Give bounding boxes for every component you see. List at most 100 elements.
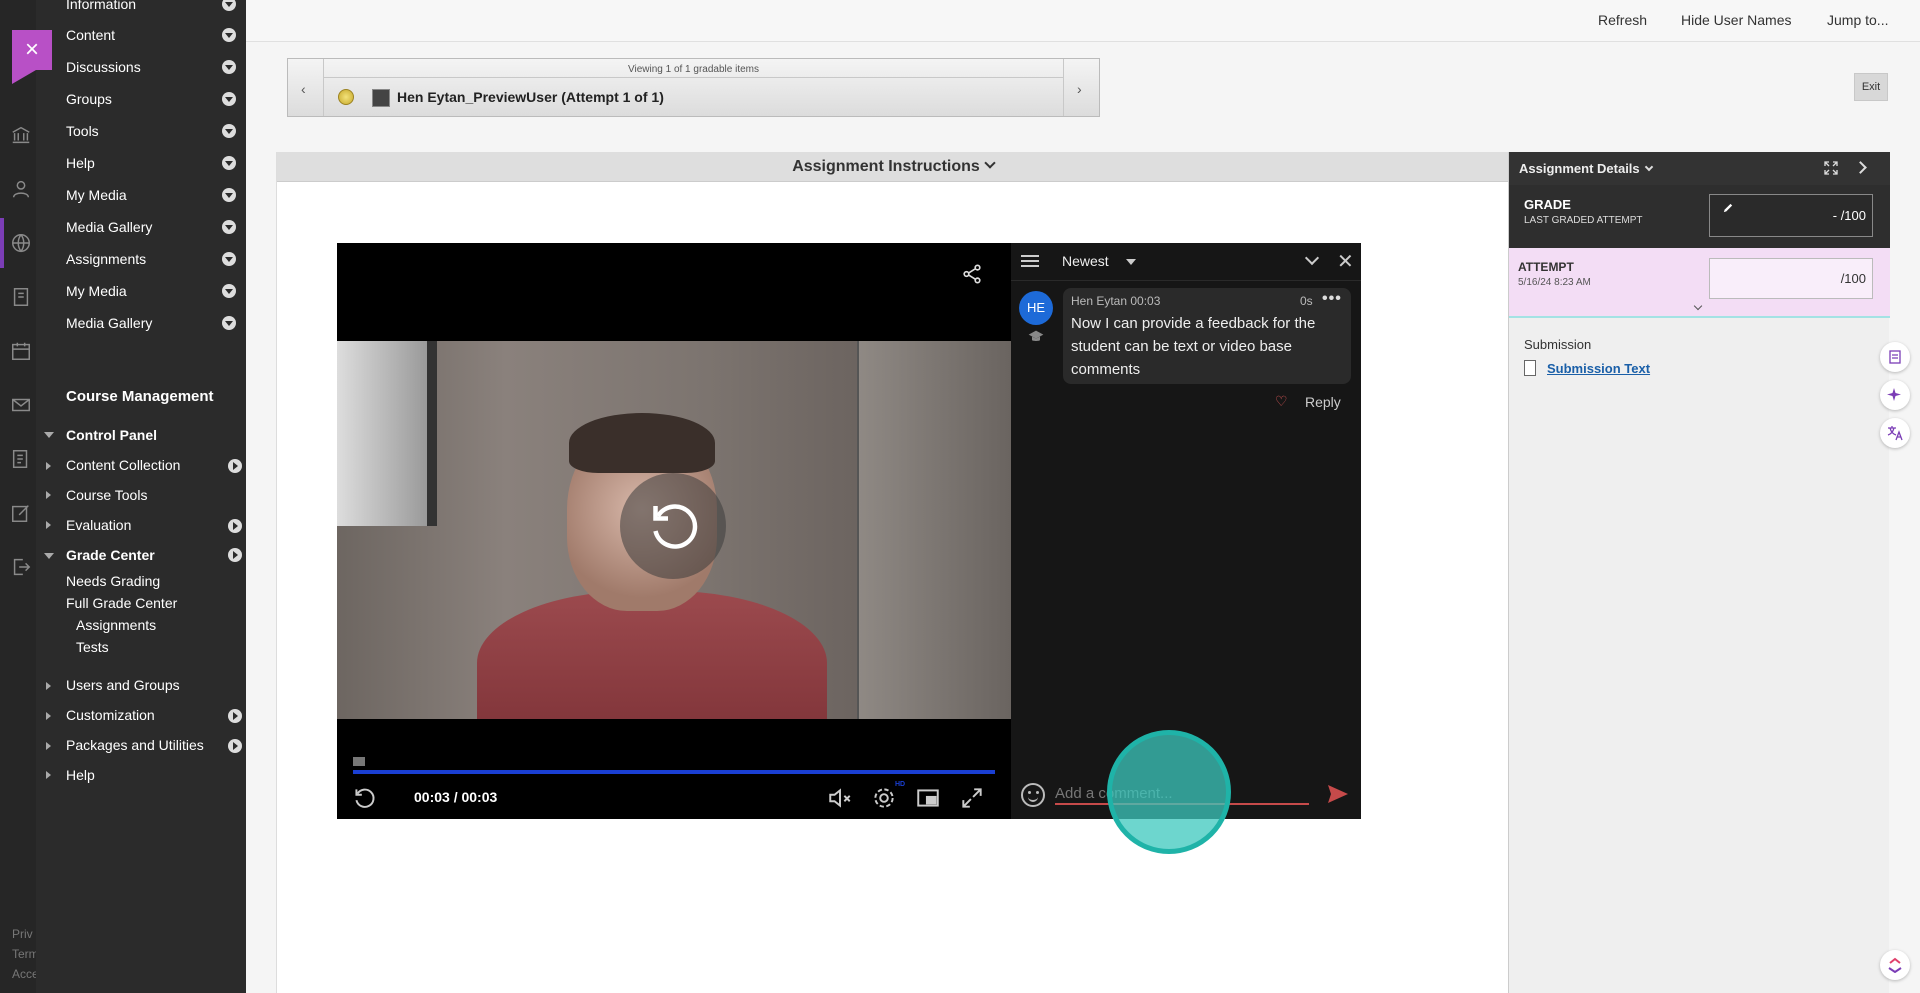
send-icon[interactable] bbox=[1326, 783, 1350, 805]
content-collection-link[interactable]: Content Collection bbox=[66, 457, 180, 473]
assignment-instructions-toggle[interactable]: Assignment Instructions bbox=[277, 152, 1509, 182]
chevron-down-icon[interactable] bbox=[222, 60, 236, 74]
chevron-down-icon[interactable] bbox=[222, 92, 236, 106]
progress-thumbnail[interactable] bbox=[353, 757, 365, 766]
dropdown-caret-icon[interactable] bbox=[1126, 259, 1136, 265]
messages-icon[interactable] bbox=[10, 394, 32, 416]
privacy-link[interactable]: Priv bbox=[12, 924, 39, 944]
full-grade-center-link[interactable]: Full Grade Center bbox=[66, 595, 177, 611]
expand-right-icon[interactable] bbox=[46, 462, 51, 470]
sort-dropdown[interactable]: Newest bbox=[1062, 253, 1109, 269]
arrow-right-icon[interactable] bbox=[228, 548, 242, 562]
grades-icon[interactable] bbox=[10, 448, 32, 470]
expand-right-icon[interactable] bbox=[46, 521, 51, 529]
menu-item-tools[interactable]: Tools bbox=[66, 121, 236, 141]
menu-item-discussions[interactable]: Discussions bbox=[66, 57, 236, 77]
evaluation-link[interactable]: Evaluation bbox=[66, 517, 131, 533]
settings-button[interactable] bbox=[871, 785, 897, 811]
replay-overlay-button[interactable] bbox=[620, 473, 726, 579]
video-player[interactable]: 00:03 / 00:03 HD bbox=[337, 243, 1011, 819]
menu-item-content[interactable]: Content bbox=[66, 25, 236, 45]
chevron-down-icon[interactable] bbox=[222, 284, 236, 298]
translate-button[interactable] bbox=[1880, 418, 1910, 448]
tests-view-link[interactable]: Tests bbox=[76, 639, 109, 655]
chevron-down-icon[interactable] bbox=[222, 0, 236, 11]
menu-item-media-gallery[interactable]: Media Gallery bbox=[66, 217, 236, 237]
submission-text-link[interactable]: Submission Text bbox=[1547, 361, 1650, 376]
arrow-right-icon[interactable] bbox=[228, 739, 242, 753]
footer-links[interactable]: Priv Term Acce bbox=[12, 924, 39, 984]
accessibility-link[interactable]: Acce bbox=[12, 964, 39, 984]
arrow-right-icon[interactable] bbox=[228, 459, 242, 473]
fullscreen-button[interactable] bbox=[959, 785, 985, 811]
mute-button[interactable] bbox=[827, 785, 853, 811]
picture-in-picture-button[interactable] bbox=[915, 785, 941, 811]
expand-down-icon[interactable] bbox=[44, 553, 54, 559]
close-menu-button[interactable]: × bbox=[12, 30, 52, 84]
menu-item-groups[interactable]: Groups bbox=[66, 89, 236, 109]
menu-item-information[interactable]: Information bbox=[66, 0, 236, 14]
courses-globe-icon[interactable] bbox=[10, 232, 32, 254]
menu-item-my-media[interactable]: My Media bbox=[66, 185, 236, 205]
needs-grading-status-icon bbox=[338, 89, 354, 105]
replay-button[interactable] bbox=[351, 785, 377, 811]
menu-icon[interactable] bbox=[1021, 255, 1039, 267]
comment-author[interactable]: Hen Eytan 00:03 bbox=[1071, 294, 1160, 308]
chevron-down-icon[interactable] bbox=[222, 316, 236, 330]
menu-item-media-gallery-2[interactable]: Media Gallery bbox=[66, 313, 236, 333]
chevron-down-icon[interactable] bbox=[222, 156, 236, 170]
menu-item-help[interactable]: Help bbox=[66, 153, 236, 173]
chevron-down-icon[interactable] bbox=[222, 124, 236, 138]
menu-item-assignments[interactable]: Assignments bbox=[66, 249, 236, 269]
chevron-down-icon[interactable] bbox=[222, 252, 236, 266]
course-tools-link[interactable]: Course Tools bbox=[66, 487, 147, 503]
exit-button[interactable]: Exit bbox=[1854, 73, 1888, 101]
help-cp-link[interactable]: Help bbox=[66, 767, 95, 783]
chevron-down-icon[interactable] bbox=[222, 28, 236, 42]
control-panel-link[interactable]: Control Panel bbox=[66, 427, 157, 443]
progress-bar[interactable] bbox=[353, 770, 995, 774]
more-options-icon[interactable]: ••• bbox=[1322, 290, 1342, 308]
expand-right-icon[interactable] bbox=[46, 491, 51, 499]
chevron-down-icon[interactable] bbox=[222, 220, 236, 234]
refresh-link[interactable]: Refresh bbox=[1598, 12, 1647, 28]
jump-to-link[interactable]: Jump to... bbox=[1827, 12, 1888, 28]
tools-edit-icon[interactable] bbox=[10, 502, 32, 524]
pencil-icon[interactable] bbox=[1723, 203, 1733, 213]
users-groups-link[interactable]: Users and Groups bbox=[66, 677, 180, 693]
ai-assist-button[interactable] bbox=[1880, 380, 1910, 410]
assignments-view-link[interactable]: Assignments bbox=[76, 617, 156, 633]
heart-icon[interactable]: ♡ bbox=[1275, 393, 1288, 410]
hide-user-names-link[interactable]: Hide User Names bbox=[1681, 12, 1791, 28]
expand-icon[interactable] bbox=[1823, 160, 1839, 176]
terms-link[interactable]: Term bbox=[12, 944, 39, 964]
calendar-icon[interactable] bbox=[10, 340, 32, 362]
arrow-right-icon[interactable] bbox=[228, 709, 242, 723]
share-icon[interactable] bbox=[961, 263, 983, 285]
expand-right-icon[interactable] bbox=[46, 771, 51, 779]
expand-right-icon[interactable] bbox=[46, 712, 51, 720]
emoji-icon[interactable] bbox=[1021, 783, 1045, 807]
close-icon[interactable]: ✕ bbox=[1337, 249, 1354, 274]
organizations-icon[interactable] bbox=[10, 286, 32, 308]
attempt-grade-input[interactable]: /100 bbox=[1709, 258, 1873, 299]
customization-link[interactable]: Customization bbox=[66, 707, 155, 723]
needs-grading-link[interactable]: Needs Grading bbox=[66, 573, 160, 589]
chevron-down-icon[interactable] bbox=[222, 188, 236, 202]
expand-down-icon[interactable] bbox=[44, 432, 54, 438]
notes-tool-button[interactable] bbox=[1880, 342, 1910, 372]
institution-icon[interactable] bbox=[10, 124, 32, 146]
next-attempt-button[interactable]: › bbox=[1063, 59, 1099, 116]
reply-button[interactable]: Reply bbox=[1305, 394, 1341, 410]
menu-item-my-media-2[interactable]: My Media bbox=[66, 281, 236, 301]
expand-right-icon[interactable] bbox=[46, 742, 51, 750]
chevron-down-icon[interactable] bbox=[1693, 301, 1703, 311]
arrow-right-icon[interactable] bbox=[228, 519, 242, 533]
grade-field[interactable]: - /100 bbox=[1709, 194, 1873, 237]
grade-center-link[interactable]: Grade Center bbox=[66, 547, 155, 563]
sign-out-icon[interactable] bbox=[10, 556, 32, 578]
clickup-icon[interactable] bbox=[1880, 950, 1910, 980]
profile-icon[interactable] bbox=[10, 178, 32, 200]
packages-utilities-link[interactable]: Packages and Utilities bbox=[66, 737, 204, 753]
expand-right-icon[interactable] bbox=[46, 682, 51, 690]
